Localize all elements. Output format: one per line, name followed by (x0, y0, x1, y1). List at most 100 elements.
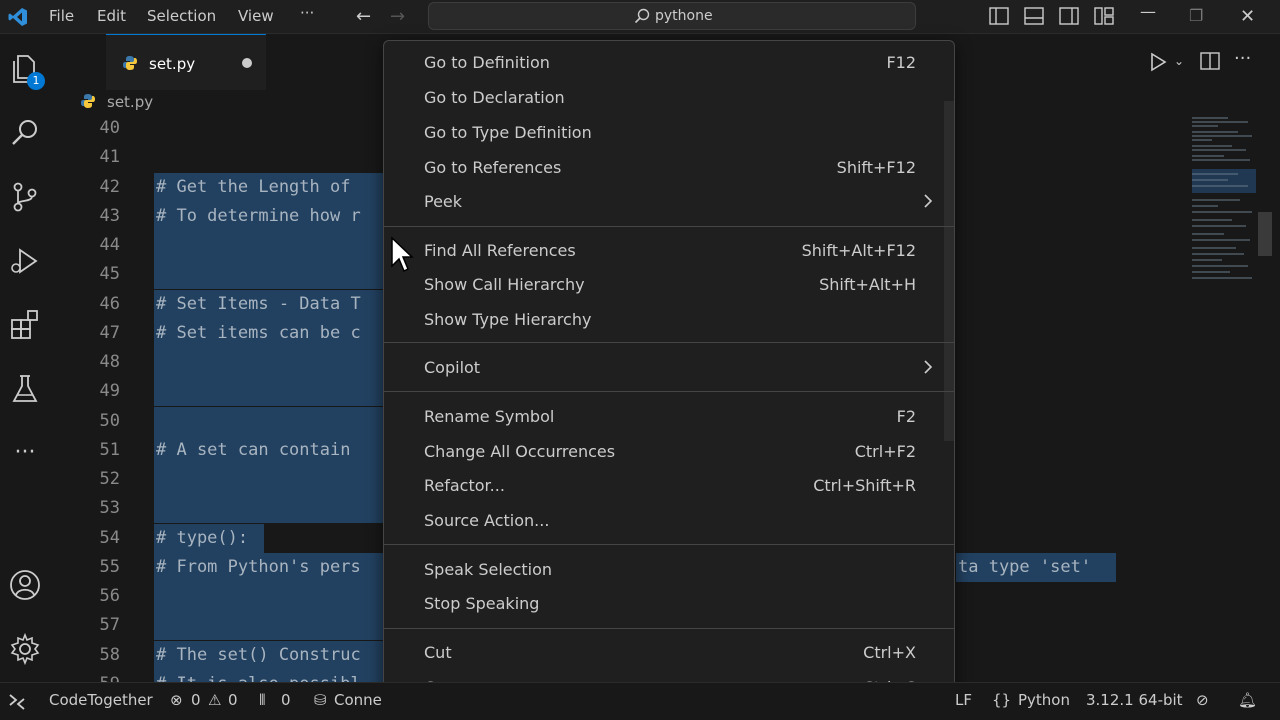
menu-item-rename-symbol[interactable]: Rename Symbol F2 (384, 400, 954, 434)
toggle-secondary-sidebar-icon[interactable] (1059, 7, 1079, 25)
codetogether-status[interactable]: CodeTogether (49, 691, 153, 709)
menu-item-copilot[interactable]: Copilot (384, 351, 954, 385)
warning-count[interactable]: 0 (228, 691, 238, 709)
restore-icon[interactable]: ❐ (1189, 6, 1203, 25)
explorer-badge: 1 (27, 72, 45, 90)
code-text: # Get the Length of (156, 176, 351, 197)
selection-highlight (154, 582, 384, 611)
line-number: 57 (99, 615, 120, 636)
line-number: 51 (99, 439, 120, 460)
settings-gear-icon[interactable] (8, 632, 42, 666)
menu-item-show-type-hierarchy[interactable]: Show Type Hierarchy (384, 303, 954, 337)
editor-scrollbar-thumb[interactable] (1258, 212, 1272, 256)
search-text: pythone (655, 8, 713, 24)
breadcrumb-file[interactable]: set.py (107, 93, 153, 111)
tab-set-py[interactable]: set.py (106, 34, 266, 90)
menu-more[interactable]: ··· (300, 4, 314, 22)
copilot-icon[interactable]: ⊘ (1196, 691, 1209, 709)
menu-separator (384, 391, 954, 392)
run-debug-icon[interactable] (8, 244, 42, 278)
menu-item-show-call-hierarchy[interactable]: Show Call Hierarchy Shift+Alt+H (384, 268, 954, 302)
menu-item-label: Copilot (424, 358, 481, 377)
line-number: 52 (99, 469, 120, 489)
selection-highlight (154, 260, 384, 290)
menu-item-find-all-references[interactable]: Find All References Shift+Alt+F12 (384, 234, 954, 268)
menu-item-stop-speaking[interactable]: Stop Speaking (384, 587, 954, 621)
selection-highlight (154, 465, 384, 494)
menu-item-shortcut: Ctrl+X (863, 643, 916, 662)
menu-item-shortcut: Ctrl+Shift+R (813, 476, 916, 495)
close-icon[interactable]: ✕ (1240, 6, 1255, 27)
menu-edit[interactable]: Edit (97, 7, 126, 25)
line-number: 45 (99, 264, 120, 285)
minimize-icon[interactable]: — (1140, 2, 1156, 21)
code-text: # type(): (156, 527, 249, 548)
submenu-chevron-right-icon (924, 194, 933, 208)
warnings-icon: ⚠ (208, 691, 222, 709)
connect-status[interactable]: Conne (334, 691, 382, 709)
menu-view[interactable]: View (238, 7, 274, 25)
error-count[interactable]: 0 (191, 691, 201, 709)
back-arrow-icon[interactable]: ← (356, 6, 371, 27)
menu-item-label: Cut (424, 643, 452, 662)
search-icon[interactable] (8, 116, 42, 150)
menu-selection[interactable]: Selection (147, 7, 216, 25)
selection-highlight (154, 348, 384, 377)
testing-flask-icon[interactable] (8, 372, 42, 406)
extensions-icon[interactable] (8, 308, 42, 342)
forward-arrow-icon[interactable]: → (390, 6, 405, 27)
menu-item-label: Go to Definition (424, 53, 550, 72)
menu-separator (384, 544, 954, 545)
selection-highlight (154, 377, 384, 407)
more-actions-icon[interactable]: ··· (1234, 48, 1251, 69)
line-number: 49 (99, 381, 120, 402)
menu-item-label: Source Action... (424, 511, 550, 530)
selection-highlight (154, 406, 384, 436)
source-control-icon[interactable] (8, 180, 42, 214)
more-views-icon[interactable]: ··· (8, 436, 42, 470)
toggle-primary-sidebar-icon[interactable] (989, 7, 1009, 25)
menu-item-go-to-type-definition[interactable]: Go to Type Definition (384, 116, 954, 150)
menu-item-peek[interactable]: Peek (384, 185, 954, 219)
menu-item-source-action[interactable]: Source Action... (384, 504, 954, 538)
language-mode[interactable]: Python (1018, 691, 1070, 709)
menu-item-shortcut: Ctrl+F2 (854, 442, 916, 461)
menu-separator (384, 628, 954, 629)
submenu-chevron-right-icon (924, 360, 933, 374)
accounts-icon[interactable] (8, 568, 42, 602)
remote-indicator-icon[interactable] (0, 683, 34, 720)
activity-bar: 1 ··· (0, 34, 50, 682)
split-editor-icon[interactable] (1200, 52, 1220, 70)
python-interpreter[interactable]: 3.12.1 64-bit (1086, 691, 1183, 709)
menu-item-cut[interactable]: Cut Ctrl+X (384, 636, 954, 670)
toggle-panel-icon[interactable] (1024, 7, 1044, 25)
notifications-bell-icon[interactable]: 🔔︎ (1238, 691, 1257, 709)
run-file-icon[interactable] (1148, 52, 1170, 72)
minimap[interactable] (1188, 114, 1260, 284)
title-bar: File Edit Selection View ··· ← → pythone… (0, 0, 1280, 34)
menu-item-label: Show Type Hierarchy (424, 310, 592, 329)
eol-status[interactable]: LF (955, 691, 972, 709)
line-number: 50 (99, 410, 120, 431)
command-center-search[interactable]: pythone (428, 2, 916, 30)
ports-count[interactable]: 0 (281, 691, 291, 709)
menu-item-go-to-references[interactable]: Go to References Shift+F12 (384, 151, 954, 185)
selection-highlight (154, 494, 384, 524)
unsaved-dot-icon[interactable] (242, 58, 252, 68)
menu-item-shortcut: F2 (896, 407, 916, 426)
menu-item-go-to-declaration[interactable]: Go to Declaration (384, 81, 954, 115)
menu-item-label: Find All References (424, 241, 576, 260)
run-dropdown-chevron-icon[interactable]: ⌄ (1174, 54, 1184, 68)
menu-item-speak-selection[interactable]: Speak Selection (384, 553, 954, 587)
menu-item-change-all-occurrences[interactable]: Change All Occurrences Ctrl+F2 (384, 435, 954, 469)
customize-layout-icon[interactable] (1094, 7, 1114, 25)
menu-file[interactable]: File (49, 7, 74, 25)
status-bar: CodeTogether ⊗ 0 ⚠ 0 ⦀ 0 ⛁ Conne LF {} P… (0, 682, 1280, 720)
menu-item-refactor[interactable]: Refactor... Ctrl+Shift+R (384, 469, 954, 503)
code-text: # From Python's pers (156, 556, 361, 577)
menu-item-go-to-definition[interactable]: Go to Definition F12 (384, 46, 954, 80)
code-text: # The set() Construc (156, 644, 361, 665)
code-text: # To determine how r (156, 205, 361, 226)
line-number: 42 (99, 176, 120, 197)
menu-item-label: Rename Symbol (424, 407, 555, 426)
